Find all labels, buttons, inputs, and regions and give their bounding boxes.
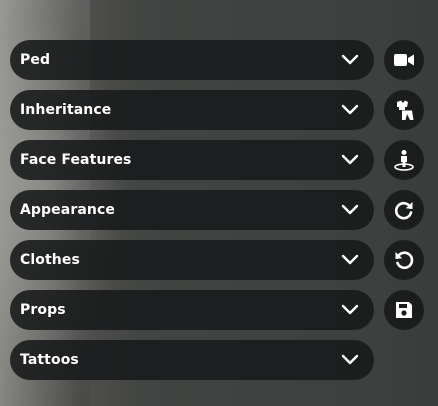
chevron-down-icon[interactable]: [340, 50, 360, 70]
video-camera-icon: [393, 52, 415, 68]
reset-camera-button[interactable]: [384, 190, 424, 230]
customization-menu: Ped Inheritance Face Features Appearance…: [10, 40, 374, 390]
section-clothes-label: Clothes: [20, 252, 80, 268]
section-tattoos[interactable]: Tattoos: [10, 340, 374, 380]
chevron-down-icon[interactable]: [340, 300, 360, 320]
chevron-down-icon[interactable]: [340, 350, 360, 370]
section-face-features-label: Face Features: [20, 152, 132, 168]
save-button[interactable]: [384, 290, 424, 330]
chevron-down-icon[interactable]: [340, 100, 360, 120]
section-inheritance[interactable]: Inheritance: [10, 90, 374, 130]
chevron-down-icon[interactable]: [340, 250, 360, 270]
section-face-features[interactable]: Face Features: [10, 140, 374, 180]
section-props[interactable]: Props: [10, 290, 374, 330]
undo-icon: [393, 249, 415, 271]
rotate-ped-button[interactable]: [384, 140, 424, 180]
save-icon: [394, 300, 414, 320]
section-ped-label: Ped: [20, 52, 51, 68]
section-ped[interactable]: Ped: [10, 40, 374, 80]
section-appearance[interactable]: Appearance: [10, 190, 374, 230]
action-buttons: [384, 40, 424, 340]
section-tattoos-label: Tattoos: [20, 352, 79, 368]
person-pedestal-icon: [393, 149, 415, 171]
chevron-down-icon[interactable]: [340, 200, 360, 220]
section-inheritance-label: Inheritance: [20, 102, 112, 118]
section-appearance-label: Appearance: [20, 202, 115, 218]
clothing-icon: [393, 99, 415, 121]
camera-button[interactable]: [384, 40, 424, 80]
undo-button[interactable]: [384, 240, 424, 280]
section-clothes[interactable]: Clothes: [10, 240, 374, 280]
toggle-clothes-button[interactable]: [384, 90, 424, 130]
chevron-down-icon[interactable]: [340, 150, 360, 170]
rotate-cw-icon: [393, 199, 415, 221]
section-props-label: Props: [20, 302, 66, 318]
